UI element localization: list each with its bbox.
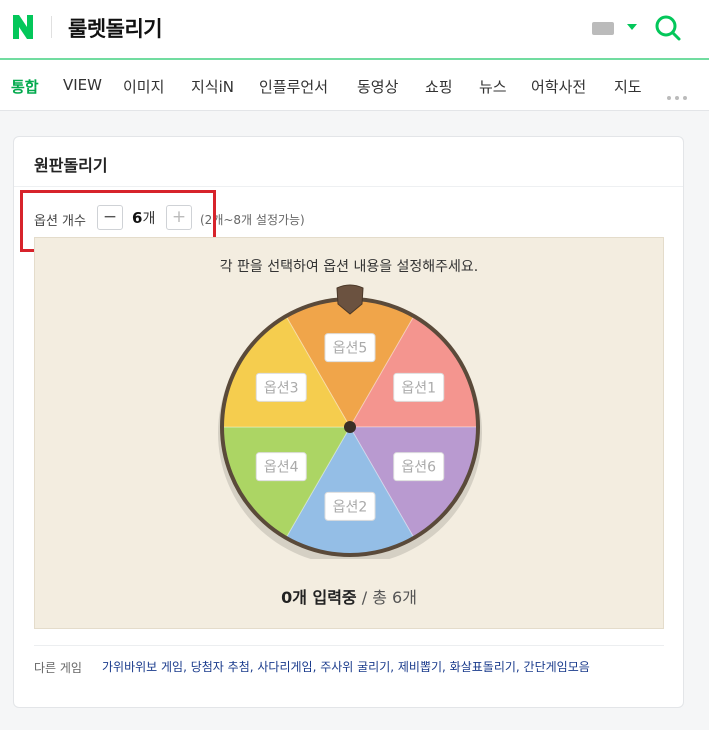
slice-label: 옵션5 — [333, 341, 368, 357]
slice-label-box[interactable]: 옵션5 — [324, 333, 376, 363]
status-total: / 총 6개 — [356, 588, 417, 607]
more-icon[interactable] — [667, 85, 691, 104]
logo-divider — [51, 16, 52, 38]
instruction-text: 각 판을 선택하여 옵션 내용을 설정해주세요. — [219, 259, 479, 275]
tab-dictionary[interactable]: 어학사전 — [531, 76, 586, 97]
tab-view[interactable]: VIEW — [63, 76, 102, 94]
card-title: 원판돌리기 — [34, 156, 108, 175]
tab-influencer[interactable]: 인플루언서 — [259, 76, 328, 97]
naver-logo[interactable] — [11, 14, 35, 40]
search-tabs: 통합 VIEW 이미지 지식iN 인플루언서 동영상 쇼핑 뉴스 어학사전 지도 — [0, 60, 709, 111]
title-divider — [14, 186, 683, 187]
search-icon[interactable] — [654, 14, 682, 42]
chevron-down-icon[interactable] — [627, 24, 637, 30]
slice-label-box[interactable]: 옵션4 — [255, 452, 307, 482]
slice-label-box[interactable]: 옵션6 — [393, 452, 445, 482]
slice-label: 옵션4 — [264, 460, 299, 476]
slice-label: 옵션3 — [264, 380, 299, 396]
slice-label-box[interactable]: 옵션2 — [324, 491, 376, 521]
input-status: 0개 입력중 / 총 6개 — [35, 584, 663, 608]
tab-news[interactable]: 뉴스 — [479, 76, 507, 97]
tab-video[interactable]: 동영상 — [357, 76, 398, 97]
tab-shopping[interactable]: 쇼핑 — [425, 76, 453, 97]
header: 룰렛돌리기 — [0, 0, 709, 58]
slice-label: 옵션1 — [401, 380, 436, 396]
game-area: 각 판을 선택하여 옵션 내용을 설정해주세요. 옵션5 옵션1 옵션6 옵션2 옵션4… — [34, 237, 664, 629]
tab-image[interactable]: 이미지 — [123, 76, 164, 97]
slice-label-box[interactable]: 옵션1 — [393, 372, 445, 402]
slice-label: 옵션6 — [401, 460, 436, 476]
other-games-label: 다른 게임 — [34, 661, 82, 675]
status-count: 0개 입력중 — [281, 588, 357, 607]
search-query[interactable]: 룰렛돌리기 — [68, 13, 163, 43]
roulette-wheel[interactable]: 옵션5 옵션1 옵션6 옵션2 옵션4 옵션3 — [215, 284, 485, 559]
tab-integrated[interactable]: 통합 — [11, 76, 39, 97]
roulette-card: 원판돌리기 옵션 개수 − 6개 + (2개~8개 설정가능) 각 판을 선택하… — [13, 136, 684, 708]
tab-kin[interactable]: 지식iN — [191, 76, 234, 97]
slice-label-box[interactable]: 옵션3 — [255, 372, 307, 402]
keyboard-icon[interactable] — [592, 22, 614, 35]
other-games-links[interactable]: 가위바위보 게임, 당첨자 추첨, 사다리게임, 주사위 굴리기, 제비뽑기, … — [102, 659, 672, 676]
slice-label: 옵션2 — [333, 499, 368, 515]
tab-map[interactable]: 지도 — [614, 76, 642, 97]
wheel-center-pin — [344, 421, 356, 433]
footer-divider — [34, 645, 664, 646]
